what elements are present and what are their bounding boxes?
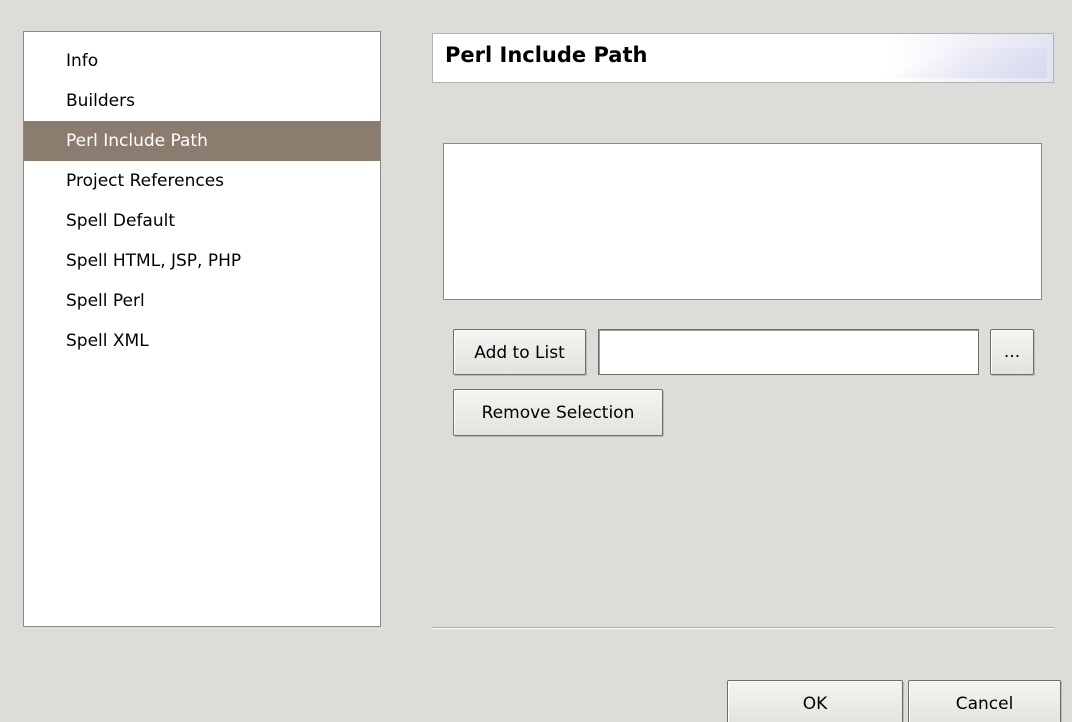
nav-item-builders[interactable]: Builders <box>24 81 380 121</box>
category-tree[interactable]: Info Builders Perl Include Path Project … <box>23 31 381 627</box>
nav-item-spell-xml[interactable]: Spell XML <box>24 321 380 361</box>
nav-item-spell-default[interactable]: Spell Default <box>24 201 380 241</box>
nav-item-project-references[interactable]: Project References <box>24 161 380 201</box>
remove-selection-button[interactable]: Remove Selection <box>453 389 663 436</box>
nav-item-spell-perl[interactable]: Spell Perl <box>24 281 380 321</box>
add-to-list-button[interactable]: Add to List <box>453 329 586 375</box>
cancel-button[interactable]: Cancel <box>908 680 1061 722</box>
nav-item-info[interactable]: Info <box>24 41 380 81</box>
nav-item-perl-include-path[interactable]: Perl Include Path <box>24 121 380 161</box>
include-path-list[interactable] <box>443 143 1042 300</box>
header-gradient-decoration <box>877 48 1047 78</box>
nav-item-spell-html-jsp-php[interactable]: Spell HTML, JSP, PHP <box>24 241 380 281</box>
browse-button[interactable]: ... <box>990 329 1034 375</box>
include-path-input[interactable] <box>598 329 979 375</box>
page-header: Perl Include Path <box>432 33 1054 83</box>
page-title: Perl Include Path <box>445 43 648 67</box>
ok-button[interactable]: OK <box>727 680 903 722</box>
footer-separator <box>432 627 1054 629</box>
properties-dialog: Info Builders Perl Include Path Project … <box>0 0 1072 722</box>
